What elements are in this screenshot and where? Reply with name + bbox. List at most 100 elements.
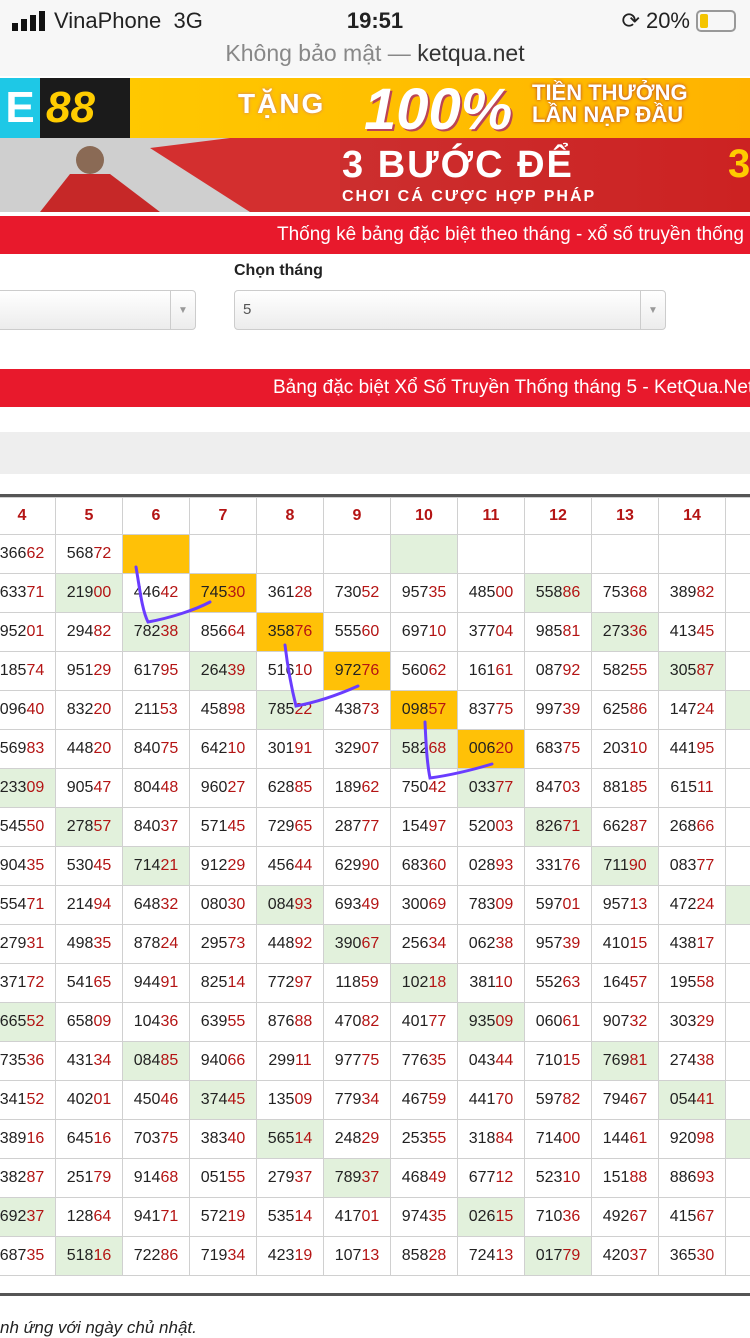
result-cell: 96027	[190, 769, 257, 808]
result-cell: 41	[726, 1159, 750, 1198]
result-cell: 52310	[525, 1159, 592, 1198]
rotation-lock-icon: ⟳	[622, 8, 640, 34]
results-table-container[interactable]: 45678910111213141 3666256872633712190044…	[0, 494, 750, 1296]
result-cell: 57219	[190, 1198, 257, 1237]
result-cell: 34152	[0, 1081, 56, 1120]
result-cell: 06238	[458, 925, 525, 964]
result-cell: 52003	[458, 808, 525, 847]
result-cell: 51610	[257, 652, 324, 691]
result-cell: 53514	[257, 1198, 324, 1237]
table-row: 6655265809104366395587688470824017793509…	[0, 1003, 750, 1042]
column-header: 6	[123, 498, 190, 535]
result-cell: 22	[726, 1198, 750, 1237]
result-cell: 83	[726, 1042, 750, 1081]
result-cell: 66552	[0, 1003, 56, 1042]
result-cell: 58268	[391, 730, 458, 769]
result-cell: 74530	[190, 574, 257, 613]
result-cell: 42319	[257, 1237, 324, 1276]
column-header: 8	[257, 498, 324, 535]
table-row: 2330990547804489602762885189627504203377…	[0, 769, 750, 808]
result-cell: 67712	[458, 1159, 525, 1198]
result-cell: 95735	[391, 574, 458, 613]
result-cell: 90732	[592, 1003, 659, 1042]
result-cell: 10	[726, 613, 750, 652]
month-select[interactable]: 5 ▼	[234, 290, 666, 330]
result-cell: 46849	[391, 1159, 458, 1198]
ad-word-bonus: TIỀN THƯỞNGLẦN NẠP ĐẦU	[532, 82, 688, 126]
ad-headline: 3 BƯỚC ĐỂ	[342, 144, 574, 187]
result-cell: 55263	[525, 964, 592, 1003]
result-cell: 61511	[659, 769, 726, 808]
result-cell: 75368	[592, 574, 659, 613]
result-cell: 11859	[324, 964, 391, 1003]
battery-percent: 20%	[646, 8, 690, 34]
table-row: 5455027857840375714572965287771549752003…	[0, 808, 750, 847]
month-label: Chọn tháng	[234, 262, 323, 280]
player-photo-icon	[0, 138, 340, 212]
result-cell: 79	[726, 769, 750, 808]
column-header: 4	[0, 498, 56, 535]
table-row: 6873551816722867193442319107138582872413…	[0, 1237, 750, 1276]
result-cell: 38916	[0, 1120, 56, 1159]
result-cell: 97435	[391, 1198, 458, 1237]
table-row: 3717254165944918251477297118591021838110…	[0, 964, 750, 1003]
result-cell: 43817	[659, 925, 726, 964]
result-cell: 49267	[592, 1198, 659, 1237]
chevron-down-icon: ▼	[170, 291, 195, 329]
result-cell: 56514	[257, 1120, 324, 1159]
result-cell: 46759	[391, 1081, 458, 1120]
result-cell: 58255	[592, 652, 659, 691]
address-bar[interactable]: Không bảo mật — ketqua.net	[0, 40, 750, 76]
result-cell: 51816	[56, 1237, 123, 1276]
result-cell: 27937	[257, 1159, 324, 1198]
result-cell: 68360	[391, 847, 458, 886]
table-row: 3415240201450463744513509779344675944170…	[0, 1081, 750, 1120]
result-cell: 28777	[324, 808, 391, 847]
result-cell: 73052	[324, 574, 391, 613]
result-cell: 21153	[123, 691, 190, 730]
result-cell	[726, 535, 750, 574]
result-cell: 85828	[391, 1237, 458, 1276]
result-cell: 54165	[56, 964, 123, 1003]
result-cell: 69237	[0, 1198, 56, 1237]
table-row: 9043553045714219122945644629906836002893…	[0, 847, 750, 886]
result-cell: 13509	[257, 1081, 324, 1120]
result-cell: 64516	[56, 1120, 123, 1159]
result-cell: 91	[726, 1237, 750, 1276]
result-cell	[391, 535, 458, 574]
ad-edge-number: 3	[728, 142, 750, 187]
result-cell: 77297	[257, 964, 324, 1003]
result-cell: 71190	[592, 847, 659, 886]
result-cell	[257, 535, 324, 574]
result-cell: 00620	[458, 730, 525, 769]
table-row: 6923712864941715721953514417019743502615…	[0, 1198, 750, 1237]
result-cell: 26439	[190, 652, 257, 691]
result-cell: 68375	[525, 730, 592, 769]
result-cell: 42037	[592, 1237, 659, 1276]
result-cell: 40201	[56, 1081, 123, 1120]
result-cell: 92098	[659, 1120, 726, 1159]
result-cell: 77934	[324, 1081, 391, 1120]
result-cell: 84703	[525, 769, 592, 808]
result-cell: 44195	[659, 730, 726, 769]
result-cell: 69710	[391, 613, 458, 652]
result-cell: 45898	[190, 691, 257, 730]
ad-banner-top[interactable]: E 88 TẶNG 100% TIỀN THƯỞNGLẦN NẠP ĐẦU	[0, 78, 750, 138]
result-cell: 91229	[190, 847, 257, 886]
result-cell: 83775	[458, 691, 525, 730]
result-cell: 56872	[56, 535, 123, 574]
result-cell: 08377	[659, 847, 726, 886]
result-cell: 11	[726, 691, 750, 730]
result-cell: 26866	[659, 808, 726, 847]
result-cell: 05441	[659, 1081, 726, 1120]
result-cell: 05155	[190, 1159, 257, 1198]
result-cell: 54550	[0, 808, 56, 847]
year-select[interactable]: ▼	[0, 290, 196, 330]
result-cell: 25179	[56, 1159, 123, 1198]
result-cell: 64210	[190, 730, 257, 769]
ad-banner-second[interactable]: 3 BƯỚC ĐỂ CHƠI CÁ CƯỢC HỢP PHÁP 3	[0, 138, 750, 212]
brand-logo: E 88	[0, 78, 130, 138]
table-row: 1857495129617952643951610972765606216161…	[0, 652, 750, 691]
result-cell: 33176	[525, 847, 592, 886]
result-cell: 25634	[391, 925, 458, 964]
